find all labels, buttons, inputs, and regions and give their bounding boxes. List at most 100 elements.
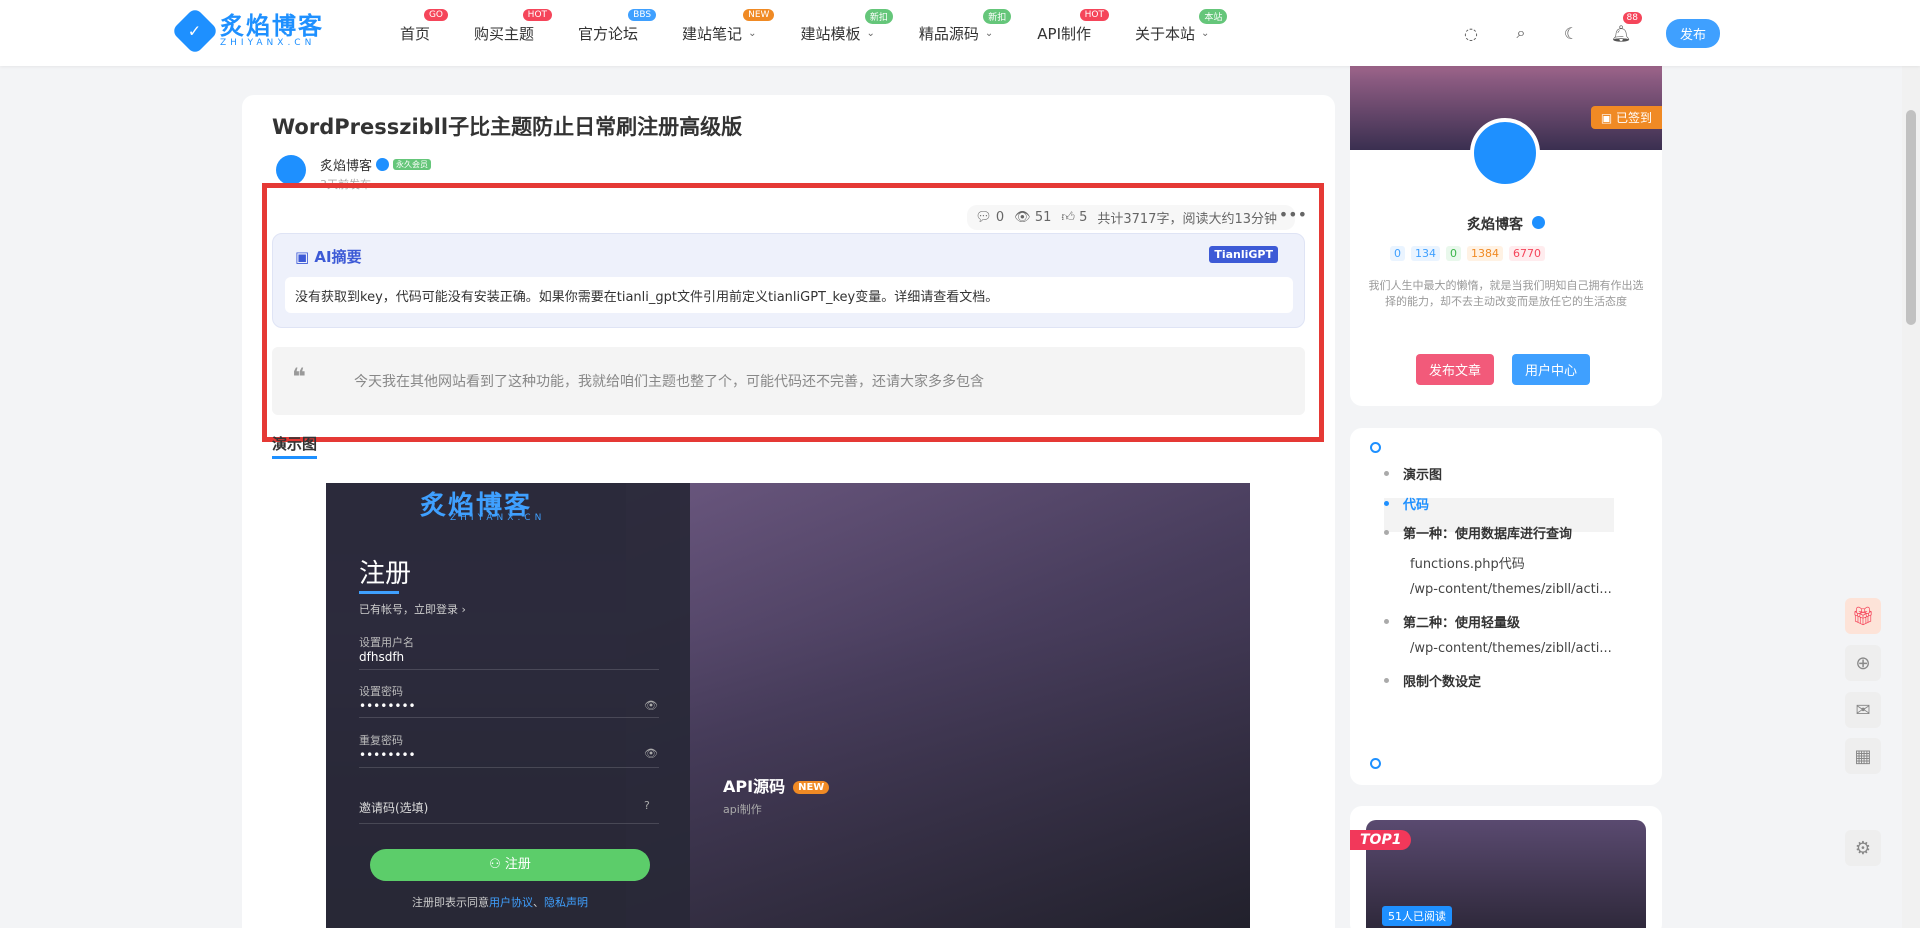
article-title: WordPresszibll子比主题防止日常刷注册高级版: [272, 115, 743, 139]
nav-badge: NEW: [743, 8, 775, 21]
chevron-down-icon: ⌄: [866, 27, 875, 39]
nav-item-label: 精品源码: [918, 24, 979, 43]
toc-item[interactable]: /wp-content/themes/zibll/acti...: [1410, 582, 1612, 597]
nav-item[interactable]: 建站笔记 NEW ⌄: [682, 8, 775, 44]
toc-start-icon: [1370, 442, 1381, 453]
publish-article-button[interactable]: 发布文章: [1416, 354, 1495, 385]
eye-icon: 👁︎: [644, 699, 658, 712]
verified-icon: [376, 158, 390, 171]
toc-item[interactable]: 第一种：使用数据库进行查询: [1384, 523, 1572, 542]
lightbulb-icon[interactable]: ◌: [1456, 18, 1486, 48]
preview-api-sub: api制作: [723, 803, 762, 816]
nav-item-label: 建站笔记: [682, 24, 743, 43]
toc-item[interactable]: 演示图: [1384, 464, 1442, 483]
register-button: ⚇ 注册: [370, 849, 650, 881]
toc-bullet: [1384, 618, 1389, 624]
password-value: ••••••••: [359, 699, 416, 713]
toc-item[interactable]: 限制个数设定: [1384, 671, 1481, 690]
avatar[interactable]: [1470, 118, 1540, 188]
search-icon[interactable]: ⌕: [1506, 18, 1536, 48]
toc-item-label: 演示图: [1403, 468, 1443, 483]
divider: [359, 823, 659, 824]
read-count-badge: 51人已阅读: [1382, 906, 1452, 926]
wechat-icon[interactable]: ✉: [1845, 692, 1881, 728]
gift-icon[interactable]: 🎁︎: [1845, 598, 1881, 634]
logo-subtitle: ZHIYANX.CN: [220, 38, 316, 48]
register-panel: 炙焰博客 ZHIYANX.CN 注册 已有帐号，立即登录 › 设置用户名 dfh…: [326, 483, 690, 928]
profile-stat: 1384: [1467, 246, 1503, 261]
nav-item-label: API制作: [1037, 24, 1091, 43]
top-navigation-bar: ✓ 炙焰博客 ZHIYANX.CN 首页 GO 购买主题 HOT 官方论坛 BBS 建站笔记…: [0, 0, 1920, 66]
toc-item[interactable]: 第二种：使用轻量级: [1384, 612, 1520, 631]
preview-api-title: API源码 NEW: [723, 773, 830, 797]
highlight-frame: [262, 183, 1324, 442]
nav-item[interactable]: 首页 GO: [400, 8, 449, 44]
notification-badge: 88: [1622, 12, 1642, 24]
toc-bullet: [1384, 471, 1389, 476]
scrollbar-thumb[interactable]: [1906, 110, 1916, 325]
nav-item[interactable]: 购买主题 HOT: [474, 8, 553, 44]
username-label: 设置用户名: [359, 636, 414, 649]
nav-item[interactable]: 建站模板 新扣 ⌄: [800, 8, 893, 44]
top-rank-badge: TOP1: [1350, 830, 1412, 850]
nav-item[interactable]: 精品源码 新扣 ⌄: [918, 8, 1012, 44]
preview-logo-sub: ZHIYANX.CN: [450, 513, 546, 523]
toc-bullet: [1384, 677, 1389, 683]
nav-item-label: 首页: [400, 24, 431, 43]
add-icon[interactable]: ⊕: [1845, 645, 1881, 681]
profile-stat: 0: [1446, 246, 1461, 261]
toc-item[interactable]: functions.php代码: [1410, 553, 1525, 572]
toc-item-label: 代码: [1403, 497, 1430, 513]
nav-item[interactable]: 关于本站 本站 ⌄: [1135, 8, 1228, 44]
site-logo[interactable]: ✓ 炙焰博客 ZHIYANX.CN: [170, 6, 324, 56]
verified-icon: [1531, 216, 1545, 229]
chevron-down-icon: ⌄: [1201, 27, 1210, 39]
signed-in-badge[interactable]: ▣ 已签到: [1590, 106, 1662, 129]
password-label: 设置密码: [359, 685, 403, 698]
invite-label: 邀请码(选填): [359, 801, 429, 815]
chevron-down-icon: ⌄: [984, 27, 994, 39]
divider: [359, 669, 659, 670]
nav-item[interactable]: 官方论坛 BBS: [578, 8, 657, 44]
toc-item[interactable]: 代码: [1384, 494, 1429, 513]
vip-badge: 永久会员: [393, 159, 432, 170]
nav-item[interactable]: API制作 HOT: [1037, 8, 1109, 44]
profile-stats: 0 134 0 1384 6770: [1390, 246, 1551, 261]
eye-icon: 👁︎: [644, 747, 658, 760]
nav-item-label: 购买主题: [474, 24, 535, 43]
nav-badge: HOT: [522, 8, 553, 21]
nav-item-label: 官方论坛: [578, 24, 639, 43]
login-link: 已有帐号，立即登录 ›: [359, 603, 466, 616]
page-scrollbar[interactable]: [1902, 0, 1920, 928]
nav-item-label: 建站模板: [800, 24, 861, 43]
avatar[interactable]: [276, 155, 306, 185]
repeat-password-label: 重复密码: [359, 734, 403, 747]
author-profile-card: ▣ 已签到 炙焰博客 0 134 0 1384 6770 我们人生中最大的懒惰，就是当我…: [1350, 10, 1662, 406]
nav-item-label: 关于本站: [1135, 24, 1196, 43]
bell-icon[interactable]: 🔔︎ 88: [1606, 12, 1642, 48]
help-icon: ?: [644, 799, 650, 812]
divider: [359, 767, 659, 768]
publish-button[interactable]: 发布: [1665, 18, 1720, 48]
settings-icon[interactable]: ⚙: [1845, 830, 1881, 866]
register-agreement: 注册即表示同意用户协议、隐私声明: [412, 896, 588, 909]
profile-stat: 0: [1390, 246, 1405, 261]
toc-item-label: functions.php代码: [1410, 556, 1525, 572]
user-center-button[interactable]: 用户中心: [1512, 354, 1591, 385]
divider: [359, 717, 659, 718]
table-of-contents: 演示图代码第一种：使用数据库进行查询 functions.php代码/wp-con…: [1350, 428, 1662, 785]
profile-name[interactable]: 炙焰博客: [1350, 214, 1662, 234]
toc-bullet: [1384, 500, 1389, 506]
logo-title: 炙焰博客: [220, 12, 324, 40]
article-card: WordPresszibll子比主题防止日常刷注册高级版 炙焰博客 永久会员 3天…: [242, 95, 1335, 928]
nav-badge: 本站: [1199, 8, 1228, 24]
toc-item-label: /wp-content/themes/zibll/acti...: [1410, 582, 1612, 597]
author-name[interactable]: 炙焰博客: [320, 155, 372, 174]
toc-item[interactable]: /wp-content/themes/zibll/acti...: [1410, 641, 1612, 656]
dark-mode-icon[interactable]: ☾: [1556, 18, 1586, 48]
username-value: dfhsdfh: [359, 650, 405, 664]
nav-badge: 新扣: [983, 8, 1012, 24]
nav-badge: BBS: [628, 8, 657, 21]
toc-bullet: [1384, 530, 1389, 535]
qrcode-icon[interactable]: ▦: [1845, 738, 1881, 774]
